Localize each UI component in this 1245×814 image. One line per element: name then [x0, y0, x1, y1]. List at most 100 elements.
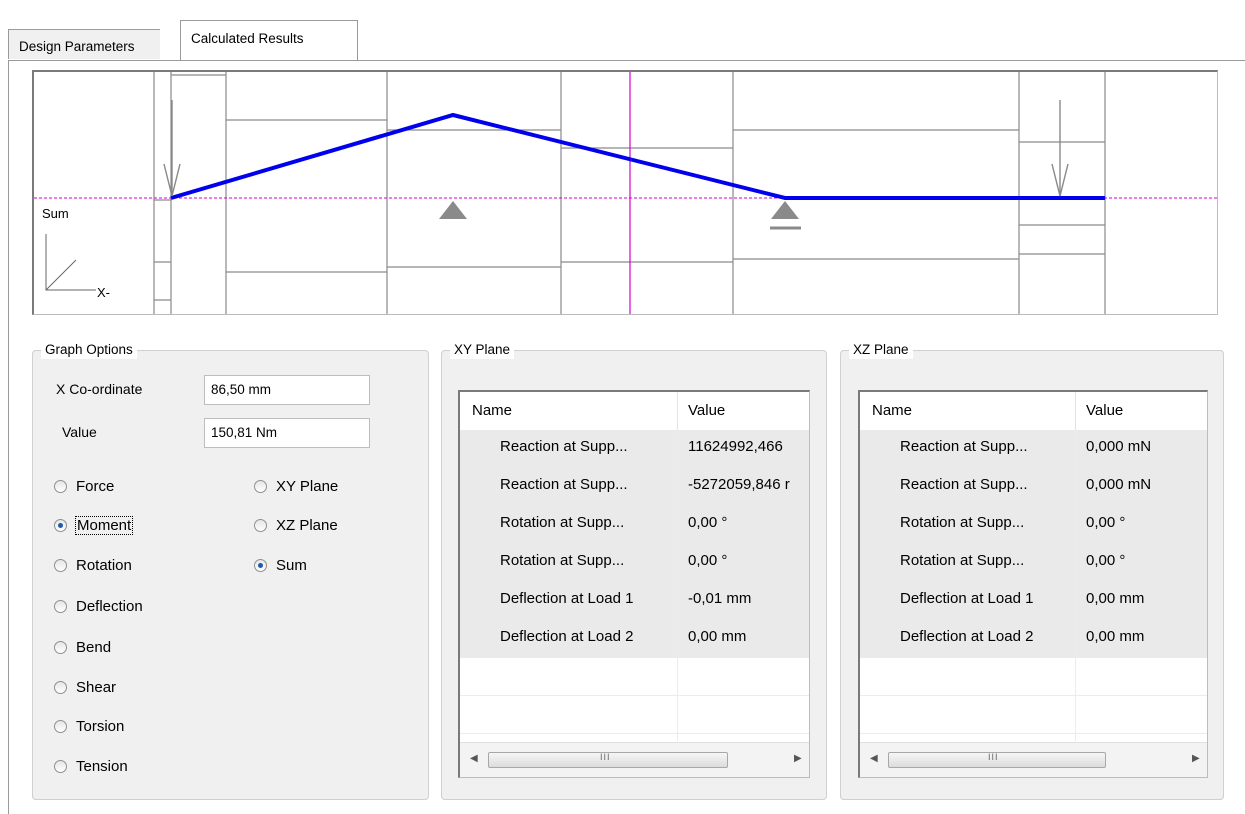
radio-label: Rotation [76, 557, 132, 574]
table-row[interactable]: Reaction at Supp... -5272059,846 r [460, 468, 809, 506]
column-header-value[interactable]: Value [688, 402, 725, 419]
tab-calculated-results[interactable]: Calculated Results [180, 20, 358, 60]
graph-axis-label: Sum [42, 206, 69, 221]
horizontal-scrollbar[interactable]: ◀ III ▶ [860, 742, 1207, 777]
scroll-left-icon[interactable]: ◀ [870, 753, 878, 764]
radio-circle-icon [54, 641, 67, 654]
xy-results-table[interactable]: Name Value Reaction at Supp... 11624992,4… [458, 390, 810, 778]
value-label: Value [62, 424, 97, 440]
table-row[interactable]: Deflection at Load 1 -0,01 mm [460, 582, 809, 620]
radio-sum[interactable]: Sum [254, 557, 307, 574]
radio-selected-icon [54, 519, 67, 532]
x-coordinate-label: X Co-ordinate [56, 381, 143, 397]
row-value: 0,00 ° [688, 514, 728, 531]
row-name: Deflection at Load 1 [500, 590, 634, 607]
table-row[interactable]: Rotation at Supp... 0,00 ° [460, 544, 809, 582]
radio-label: Tension [76, 758, 128, 775]
radio-circle-icon [54, 720, 67, 733]
row-value: 0,00 mm [1086, 590, 1145, 607]
table-row[interactable]: Rotation at Supp... 0,00 ° [860, 544, 1207, 582]
row-name: Rotation at Supp... [500, 552, 625, 569]
row-value: 11624992,466 [688, 438, 783, 455]
table-row[interactable]: Rotation at Supp... 0,00 ° [860, 506, 1207, 544]
radio-force[interactable]: Force [54, 478, 114, 495]
row-name: Reaction at Supp... [500, 438, 628, 455]
tab-design-parameters[interactable]: Design Parameters [8, 29, 160, 59]
radio-circle-icon [54, 600, 67, 613]
column-header-name[interactable]: Name [872, 402, 912, 419]
radio-deflection[interactable]: Deflection [54, 598, 143, 615]
radio-moment[interactable]: Moment [54, 516, 134, 535]
radio-shear[interactable]: Shear [54, 679, 116, 696]
row-name: Reaction at Supp... [900, 476, 1028, 493]
x-coordinate-field[interactable]: 86,50 mm [204, 375, 370, 405]
roller-support-icon [770, 201, 801, 230]
row-value: 0,00 ° [1086, 552, 1126, 569]
radio-circle-icon [54, 681, 67, 694]
column-separator[interactable] [1075, 392, 1076, 430]
table-row[interactable]: Rotation at Supp... 0,00 ° [460, 506, 809, 544]
beam-diagram-svg [34, 72, 1217, 314]
empty-row [860, 658, 1207, 696]
empty-row [460, 696, 809, 734]
row-value: 0,000 mN [1086, 476, 1152, 493]
scroll-right-icon[interactable]: ▶ [1192, 753, 1200, 764]
table-row[interactable]: Reaction at Supp... 0,000 mN [860, 430, 1207, 468]
table-row[interactable]: Reaction at Supp... 0,000 mN [860, 468, 1207, 506]
radio-label: Force [76, 478, 115, 495]
row-name: Rotation at Supp... [900, 514, 1025, 531]
radio-circle-icon [254, 519, 267, 532]
radio-label: Sum [276, 557, 307, 574]
horizontal-scrollbar[interactable]: ◀ III ▶ [460, 742, 809, 777]
radio-xz-plane[interactable]: XZ Plane [254, 517, 338, 534]
graph-x-axis-label: X- [97, 285, 110, 300]
row-name: Deflection at Load 2 [500, 628, 634, 645]
radio-label: Torsion [76, 718, 125, 735]
scroll-right-icon[interactable]: ▶ [794, 753, 802, 764]
row-value: 0,00 ° [1086, 514, 1126, 531]
table-row[interactable]: Deflection at Load 2 0,00 mm [460, 620, 809, 658]
table-header: Name Value [860, 392, 1207, 431]
column-divider [677, 430, 678, 741]
beam-diagram[interactable]: Sum X- [32, 70, 1218, 315]
radio-label: Bend [76, 639, 112, 656]
empty-row [460, 658, 809, 696]
table-row[interactable]: Reaction at Supp... 11624992,466 [460, 430, 809, 468]
row-value: 0,000 mN [1086, 438, 1152, 455]
row-name: Reaction at Supp... [500, 476, 628, 493]
radio-circle-icon [54, 760, 67, 773]
radio-label: Shear [76, 679, 117, 696]
table-row[interactable]: Deflection at Load 2 0,00 mm [860, 620, 1207, 658]
column-header-value[interactable]: Value [1086, 402, 1123, 419]
row-value: 0,00 mm [1086, 628, 1145, 645]
value-field[interactable]: 150,81 Nm [204, 418, 370, 448]
row-value: -0,01 mm [688, 590, 752, 607]
radio-xy-plane[interactable]: XY Plane [254, 478, 338, 495]
radio-rotation[interactable]: Rotation [54, 557, 132, 574]
fixed-support-icon [439, 201, 467, 219]
radio-selected-icon [254, 559, 267, 572]
radio-bend[interactable]: Bend [54, 639, 111, 656]
xz-results-table[interactable]: Name Value Reaction at Supp... 0,000 mN R… [858, 390, 1208, 778]
load-arrow-2-icon [1051, 100, 1069, 197]
group-title: Graph Options [41, 341, 137, 359]
radio-circle-icon [254, 480, 267, 493]
table-header: Name Value [460, 392, 809, 431]
radio-label: Moment [74, 516, 134, 535]
group-title: XY Plane [450, 341, 515, 359]
table-row[interactable]: Deflection at Load 1 0,00 mm [860, 582, 1207, 620]
row-value: -5272059,846 r [688, 476, 790, 493]
scroll-left-icon[interactable]: ◀ [470, 753, 478, 764]
scrollbar-grip-icon: III [988, 752, 999, 762]
radio-tension[interactable]: Tension [54, 758, 128, 775]
load-arrow-1-icon [163, 100, 181, 197]
empty-row [860, 696, 1207, 734]
row-name: Rotation at Supp... [900, 552, 1025, 569]
column-separator[interactable] [677, 392, 678, 430]
row-value: 0,00 mm [688, 628, 747, 645]
column-header-name[interactable]: Name [472, 402, 512, 419]
axes-orientation-icon [45, 234, 96, 291]
row-name: Deflection at Load 1 [900, 590, 1034, 607]
row-name: Reaction at Supp... [900, 438, 1028, 455]
radio-torsion[interactable]: Torsion [54, 718, 124, 735]
